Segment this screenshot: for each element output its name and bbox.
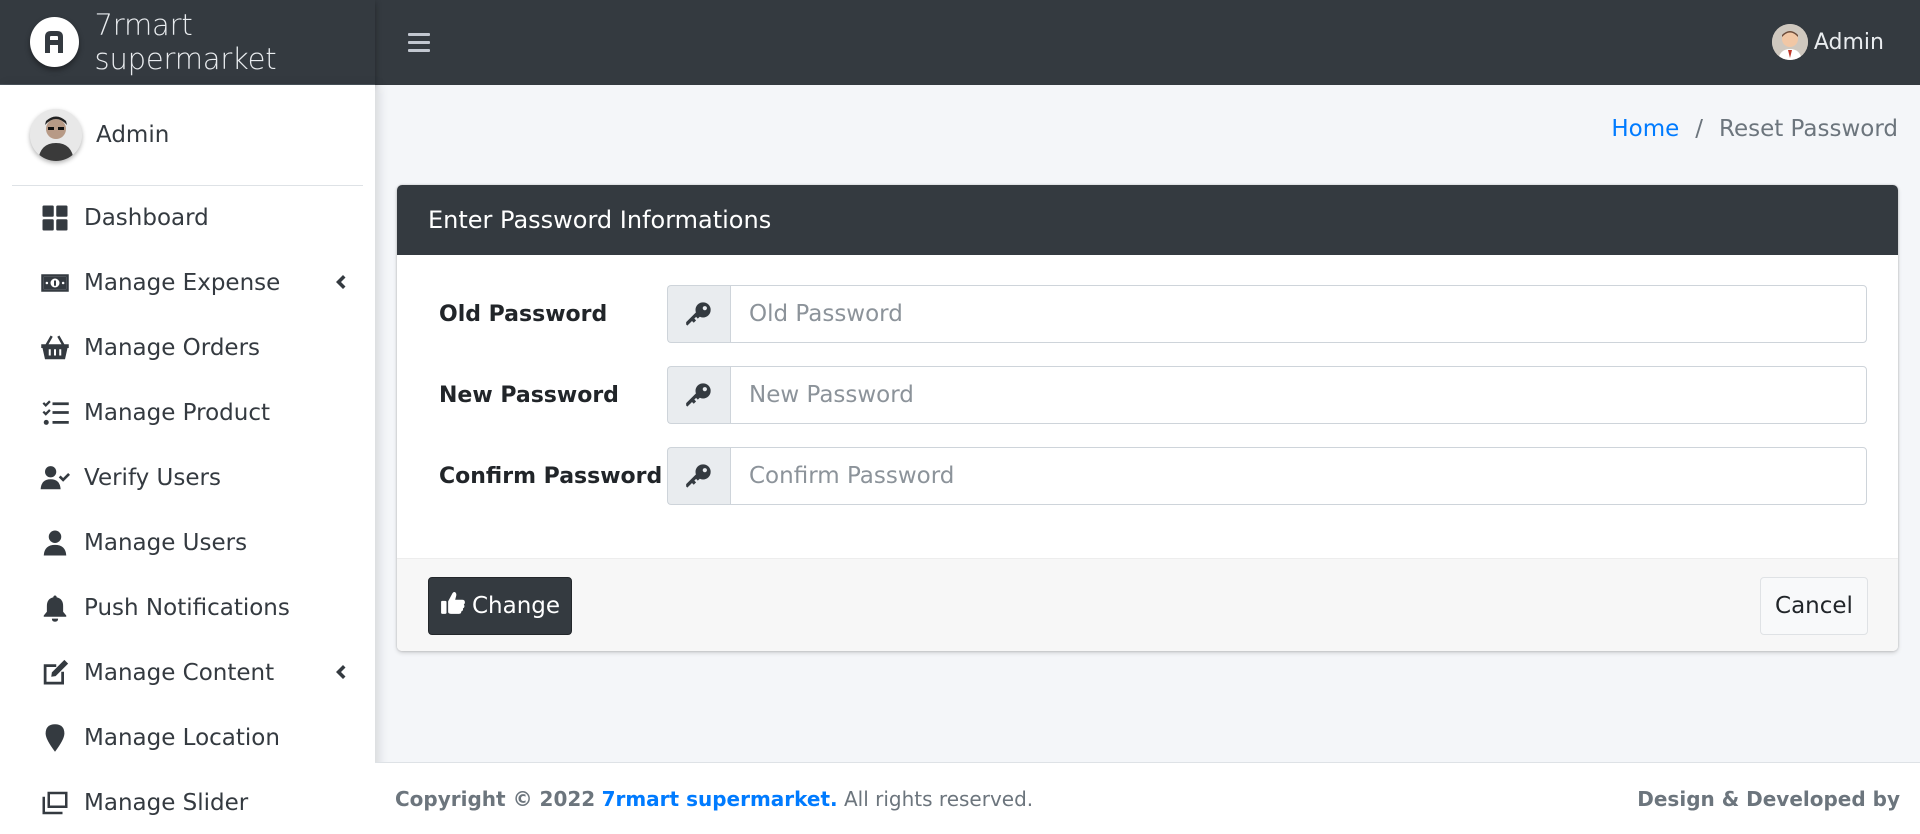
confirm-password-input[interactable] — [730, 447, 1867, 505]
top-user-menu[interactable]: Admin — [1771, 24, 1884, 60]
key-icon — [667, 447, 730, 505]
sidebar-item-label: Manage Product — [84, 399, 270, 426]
old-password-label: Old Password — [439, 301, 608, 327]
sidebar-item-label: Manage Slider — [84, 789, 249, 816]
new-password-input[interactable] — [730, 366, 1867, 424]
change-button-label: Change — [471, 593, 561, 619]
confirm-password-group — [667, 447, 1867, 505]
card-header: Enter Password Informations — [397, 185, 1898, 255]
sidebar-item-dashboard[interactable]: Dashboard — [0, 185, 375, 250]
user-icon — [38, 526, 72, 560]
sidebar-item-label: Manage Orders — [84, 334, 261, 361]
key-icon — [667, 366, 730, 424]
password-card: Enter Password Informations Old Password… — [397, 185, 1898, 651]
new-password-label: New Password — [439, 382, 619, 408]
footer-credit: Design & Developed by — [1637, 787, 1900, 811]
top-avatar — [1771, 24, 1808, 60]
breadcrumb: Home / Reset Password — [1611, 116, 1898, 142]
change-button[interactable]: Change — [428, 577, 572, 635]
edit-icon — [38, 656, 72, 690]
avatar — [30, 109, 82, 161]
money-bill-icon — [38, 266, 72, 300]
tasks-icon — [38, 396, 72, 430]
sidebar-item-manage-location[interactable]: Manage Location — [0, 705, 375, 770]
sidebar-user-name: Admin — [96, 122, 170, 148]
sidebar-item-label: Manage Users — [84, 529, 248, 556]
sidebar-item-label: Dashboard — [84, 204, 209, 231]
chevron-left-icon — [333, 662, 347, 682]
copyright-text: Copyright © 2022 — [395, 787, 596, 811]
brand-name: 7rmart supermarket — [94, 8, 277, 76]
confirm-password-label: Confirm Password — [439, 463, 663, 489]
confirm-password-row: Confirm Password — [439, 447, 1867, 505]
old-password-row: Old Password — [439, 285, 1867, 343]
sidebar-item-push-notifications[interactable]: Push Notifications — [0, 575, 375, 640]
new-password-group — [667, 366, 1867, 424]
footer-brand-link[interactable]: 7rmart supermarket. — [602, 787, 838, 811]
sidebar-item-label: Push Notifications — [84, 594, 290, 621]
sidebar-item-label: Verify Users — [84, 464, 221, 491]
old-password-input[interactable] — [730, 285, 1867, 343]
sidebar-item-verify-users[interactable]: Verify Users — [0, 445, 375, 510]
sidebar-item-manage-users[interactable]: Manage Users — [0, 510, 375, 575]
breadcrumb-home-link[interactable]: Home — [1611, 116, 1679, 142]
brand-link[interactable]: 7rmart supermarket — [0, 0, 375, 85]
page-footer: Copyright © 2022 7rmart supermarket. All… — [375, 762, 1920, 834]
top-user-name: Admin — [1813, 29, 1884, 55]
slider-icon — [38, 786, 72, 820]
sidebar-user-panel[interactable]: Admin — [12, 85, 363, 186]
hamburger-icon[interactable] — [408, 27, 436, 57]
card-footer: Change Cancel — [397, 558, 1898, 651]
sidebar: Admin Dashboard Manage Expense Manage Or… — [0, 85, 375, 834]
breadcrumb-separator: / — [1695, 116, 1703, 142]
dashboard-icon — [38, 201, 72, 235]
map-marker-icon — [38, 721, 72, 755]
user-check-icon — [38, 461, 72, 495]
sidebar-item-manage-expense[interactable]: Manage Expense — [0, 250, 375, 315]
cancel-button[interactable]: Cancel — [1760, 577, 1868, 635]
old-password-group — [667, 285, 1867, 343]
thumbs-up-icon — [440, 590, 466, 622]
sidebar-item-label: Manage Expense — [84, 269, 281, 296]
brand-logo-icon — [30, 17, 79, 67]
sidebar-item-manage-content[interactable]: Manage Content — [0, 640, 375, 705]
sidebar-item-label: Manage Content — [84, 659, 275, 686]
bell-icon — [38, 591, 72, 625]
sidebar-item-manage-slider[interactable]: Manage Slider — [0, 770, 375, 834]
card-body: Old Password New Password Confirm Passwo… — [397, 255, 1898, 543]
sidebar-item-manage-product[interactable]: Manage Product — [0, 380, 375, 445]
rights-text: All rights reserved. — [844, 787, 1034, 811]
sidebar-item-label: Manage Location — [84, 724, 280, 751]
key-icon — [667, 285, 730, 343]
footer-copyright: Copyright © 2022 7rmart supermarket. All… — [395, 787, 1033, 811]
sidebar-item-manage-orders[interactable]: Manage Orders — [0, 315, 375, 380]
breadcrumb-current: Reset Password — [1719, 116, 1898, 142]
new-password-row: New Password — [439, 366, 1867, 424]
card-title: Enter Password Informations — [428, 206, 772, 234]
basket-icon — [38, 331, 72, 365]
chevron-left-icon — [333, 272, 347, 292]
sidebar-nav: Dashboard Manage Expense Manage Orders M… — [0, 185, 375, 834]
